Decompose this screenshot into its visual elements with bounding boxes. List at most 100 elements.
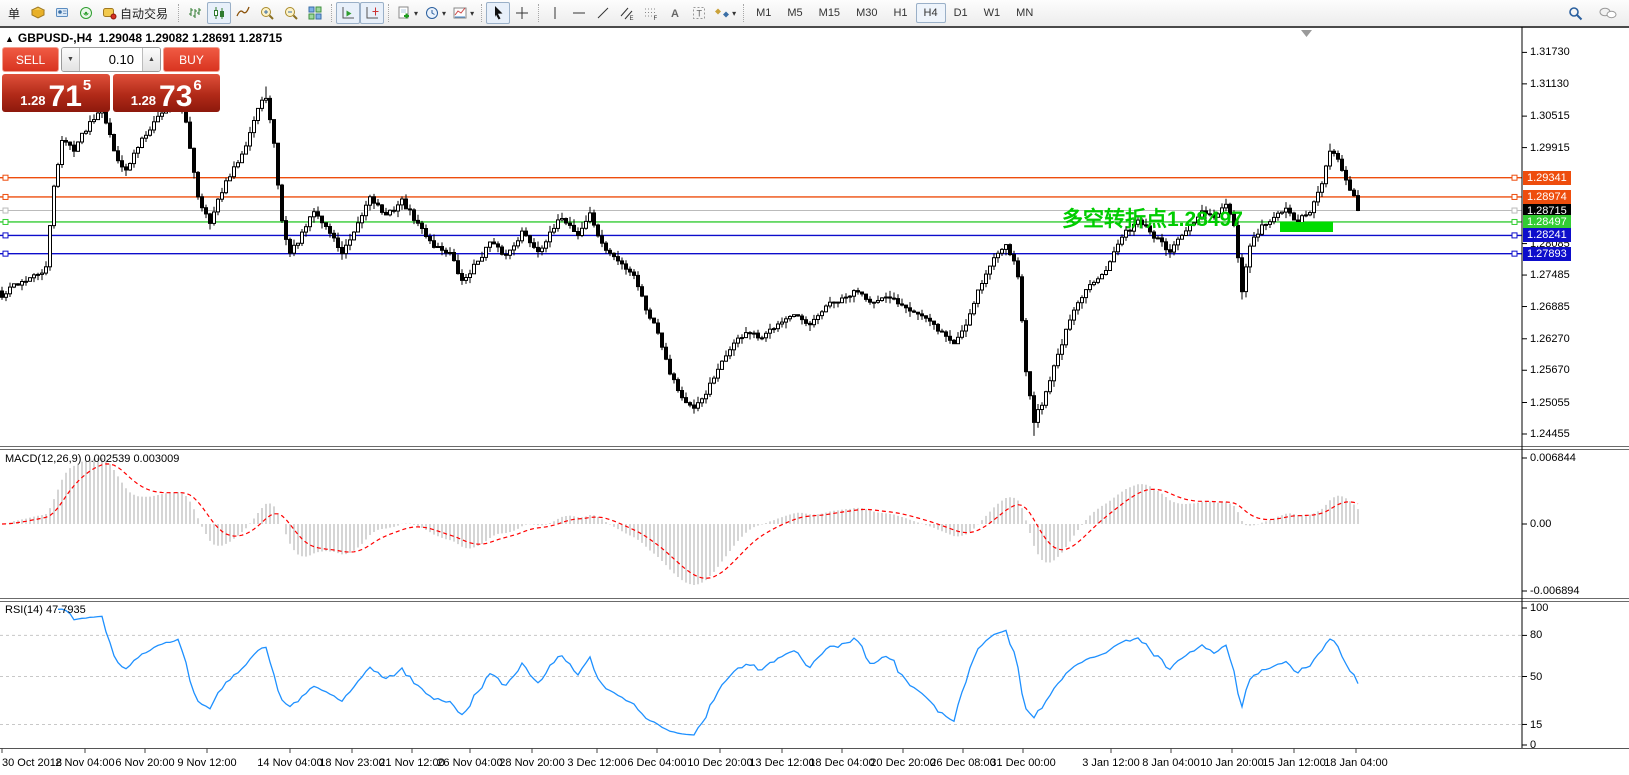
autotrade-button[interactable]: 自动交易 [98,2,174,24]
vertical-line-icon [547,5,563,21]
line-chart-button[interactable] [231,2,255,24]
bar-chart-button[interactable] [183,2,207,24]
equidistant-channel-button[interactable]: E [615,2,639,24]
new-order-label: 单 [5,5,23,22]
rsi-name: RSI(14) [5,604,43,616]
toolbar-right [1563,2,1627,24]
text-label-button[interactable]: T [687,2,711,24]
tile-windows-icon [307,5,323,21]
tile-windows-button[interactable] [303,2,327,24]
terminal-button[interactable] [50,2,74,24]
indicators-button[interactable]: ▾ [393,2,421,24]
cursor-button[interactable] [486,2,510,24]
volume-increase-button[interactable]: ▲ [142,48,160,71]
arrows-button[interactable]: ▾ [711,2,739,24]
chevron-down-icon: ▾ [732,9,736,18]
mt4-terminal: { "toolbar": { "left_label": "单", "autot… [0,0,1629,775]
crosshair-icon [514,5,530,21]
trendline-button[interactable] [591,2,615,24]
timeframe-toolbar: M1M5M15M30H1H4D1W1MN [748,3,1041,23]
sell-price-pip: 5 [83,78,91,93]
templates-icon [452,5,468,21]
macd-value-2: 0.003009 [133,453,179,465]
chevron-down-icon: ▾ [414,9,418,18]
timeframe-H4[interactable]: H4 [916,3,946,23]
macd-value-1: 0.002539 [84,453,130,465]
auto-scroll-button[interactable] [336,2,360,24]
candlestick-chart-icon [211,5,227,21]
buy-price-tile[interactable]: 1.28 73 6 [113,74,221,112]
cursor-icon [490,5,506,21]
timeframe-H1[interactable]: H1 [885,3,915,23]
crosshair-button[interactable] [510,2,534,24]
toolbar-separator [388,4,389,22]
toolbar-separator [538,4,539,22]
new-order-button[interactable]: 单 [2,2,26,24]
volume-decrease-button[interactable]: ▼ [62,48,80,71]
equidistant-channel-icon: E [619,5,635,21]
order-icon-button[interactable] [26,2,50,24]
zoom-in-icon [259,5,275,21]
text-icon: A [667,5,683,21]
signals-icon [78,5,94,21]
timeframe-M1[interactable]: M1 [748,3,779,23]
svg-text:T: T [697,9,703,19]
arrows-icon [714,5,730,21]
main-toolbar: 单 自动交易 ▾ ▾ [0,0,1629,26]
buy-button[interactable]: BUY [163,47,220,72]
signals-button[interactable] [74,2,98,24]
line-chart-icon [235,5,251,21]
chevron-down-icon: ▾ [442,9,446,18]
chart-shift-icon [364,5,380,21]
sell-button[interactable]: SELL [2,47,59,72]
zoom-in-button[interactable] [255,2,279,24]
horizontal-line-icon [571,5,587,21]
timeframe-W1[interactable]: W1 [976,3,1009,23]
svg-text:E: E [630,16,634,21]
ohlc-values: 1.29048 1.29082 1.28691 1.28715 [99,31,283,45]
chart-canvas[interactable] [0,0,1629,775]
volume-input[interactable] [80,48,142,71]
zoom-out-icon [283,5,299,21]
auto-scroll-icon [340,5,356,21]
one-click-trading-panel: SELL ▼ ▲ BUY 1.28 71 5 1.28 73 6 [2,47,220,112]
search-button[interactable] [1563,2,1587,24]
macd-pane-label: MACD(12,26,9) 0.002539 0.003009 [5,453,179,465]
chat-button[interactable] [1595,2,1621,24]
vertical-line-button[interactable] [543,2,567,24]
trendline-icon [595,5,611,21]
rsi-value: 47.7935 [46,604,86,616]
toolbar-separator [178,4,179,22]
svg-text:F: F [654,16,658,21]
timeframe-D1[interactable]: D1 [946,3,976,23]
toolbar-separator [331,4,332,22]
chat-icon [1598,5,1618,21]
order-icon [30,5,46,21]
text-tool-button[interactable]: A [663,2,687,24]
buy-price-big: 73 [159,83,192,110]
clock-icon [424,5,440,21]
fibonacci-button[interactable]: F [639,2,663,24]
timeframe-MN[interactable]: MN [1008,3,1041,23]
chevron-down-icon: ▾ [470,9,474,18]
periods-button[interactable]: ▾ [421,2,449,24]
templates-button[interactable]: ▾ [449,2,477,24]
sell-price-tile[interactable]: 1.28 71 5 [2,74,110,112]
rsi-pane-label: RSI(14) 47.7935 [5,604,86,616]
terminal-icon [54,5,70,21]
candlestick-chart-button[interactable] [207,2,231,24]
timeframe-M30[interactable]: M30 [848,3,885,23]
zoom-out-button[interactable] [279,2,303,24]
chart-annotation-text[interactable]: 多空转折点1.28497 [1062,203,1243,233]
autotrade-label: 自动交易 [117,5,171,22]
horizontal-line-button[interactable] [567,2,591,24]
toolbar-separator [481,4,482,22]
text-label-icon: T [691,5,707,21]
chart-shift-button[interactable] [360,2,384,24]
timeframe-M5[interactable]: M5 [779,3,810,23]
indicators-icon [396,5,412,21]
autotrade-icon [101,5,117,21]
macd-name: MACD(12,26,9) [5,453,81,465]
timeframe-M15[interactable]: M15 [811,3,848,23]
bar-chart-icon [187,5,203,21]
